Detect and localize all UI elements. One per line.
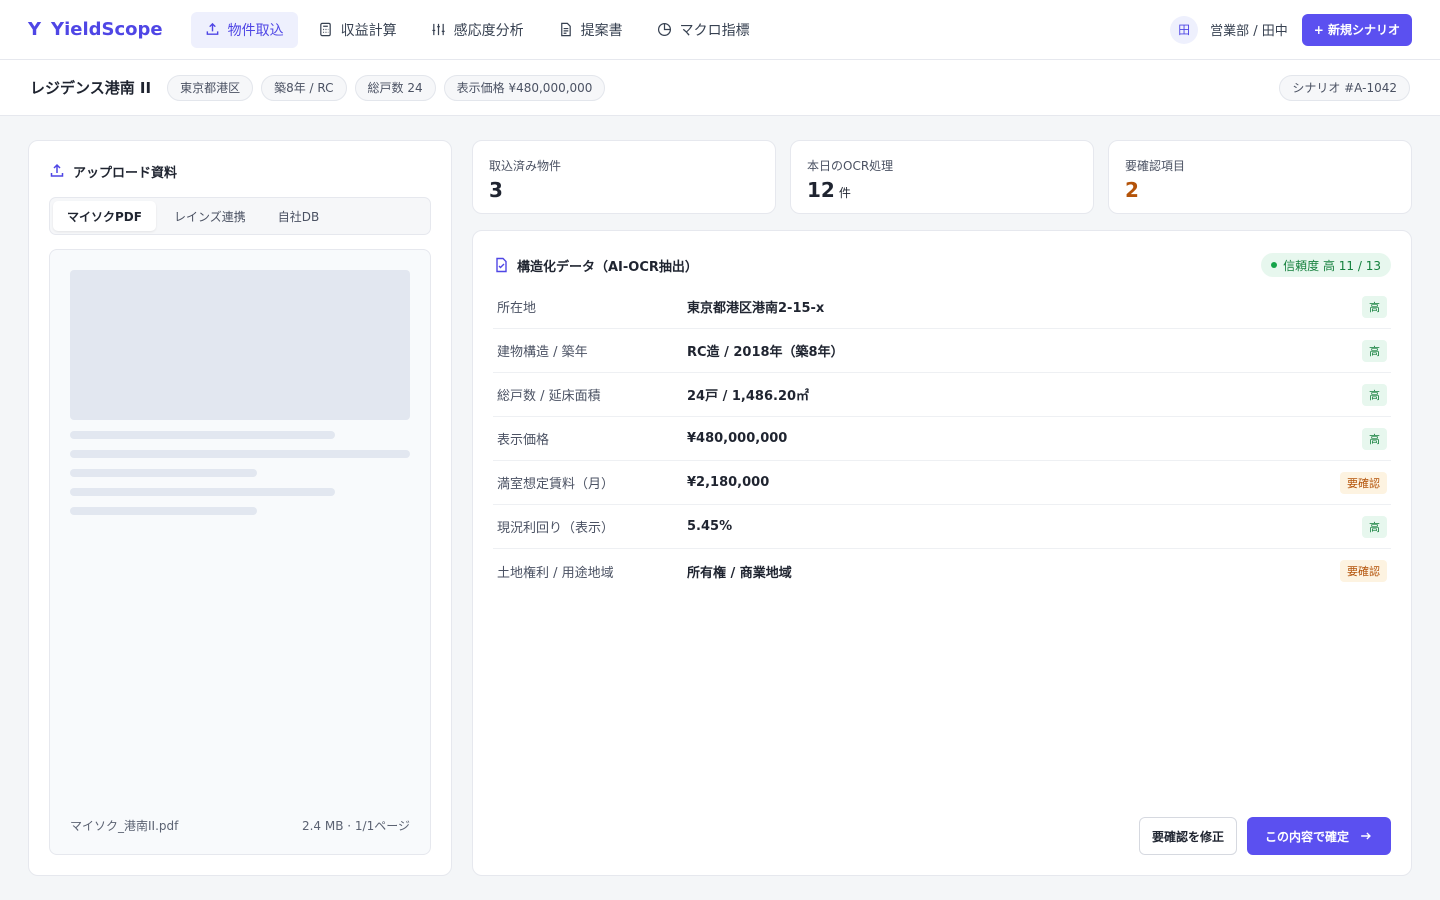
preview-line-placeholder — [70, 469, 257, 477]
calculator-icon — [319, 22, 331, 37]
stat-ocr-today: 本日のOCR処理 12 件 — [790, 140, 1094, 214]
row-label: 満室想定賃料（月） — [497, 477, 615, 492]
confirm-label: この内容で確定 — [1264, 829, 1349, 844]
fix-pending-button[interactable]: 要確認を修正 — [1138, 817, 1237, 855]
nav-item-sensitivity[interactable]: 感応度分析 — [417, 12, 538, 48]
property-chip-units: 総戸数 24 — [354, 74, 436, 101]
tab-company-db[interactable]: 自社DB — [264, 201, 333, 231]
row-value: 東京都港区港南2-15-x — [687, 301, 825, 316]
table-row[interactable]: 表示価格 ¥480,000,000 高 — [493, 417, 1391, 461]
row-value: 5.45% — [687, 519, 733, 534]
confirm-button[interactable]: この内容で確定 — [1246, 817, 1391, 855]
row-label: 所在地 — [497, 301, 537, 316]
stat-imported: 取込済み物件 3 — [472, 140, 776, 214]
user-name: 営業部 / 田中 — [1210, 24, 1288, 39]
confidence-tag: 要確認 — [1340, 471, 1387, 494]
arrow-right-icon — [1361, 832, 1371, 840]
stat-value: 3 — [489, 178, 503, 202]
app-name: YieldScope — [51, 19, 163, 40]
table-row[interactable]: 総戸数 / 延床面積 24戸 / 1,486.20㎡ 高 — [493, 373, 1391, 417]
property-title: レジデンス港南 II — [30, 79, 152, 97]
new-scenario-button[interactable]: + 新規シナリオ — [1301, 13, 1412, 46]
confidence-tag: 高 — [1362, 515, 1387, 538]
file-name: マイソク_港南II.pdf — [70, 819, 179, 833]
confidence-tag: 高 — [1362, 427, 1387, 450]
logo-mark: Y — [28, 19, 42, 40]
source-tabs: マイソクPDF レインズ連携 自社DB — [49, 197, 431, 235]
stat-unit: 件 — [838, 186, 851, 200]
app-logo[interactable]: Y YieldScope — [28, 19, 163, 40]
data-table: 所在地 東京都港区港南2-15-x 高 建物構造 / 築年 RC造 / 2018… — [493, 285, 1391, 593]
file-meta: 2.4 MB · 1/1ページ — [301, 819, 410, 833]
preview-line-placeholder — [70, 431, 336, 439]
preview-line-placeholder — [70, 488, 336, 496]
property-chip-location: 東京都港区 — [167, 74, 254, 101]
nav-label: 感応度分析 — [453, 22, 524, 39]
nav-label: 収益計算 — [340, 22, 397, 39]
pdf-preview[interactable]: マイソク_港南II.pdf 2.4 MB · 1/1ページ — [49, 249, 431, 855]
upload-title: アップロード資料 — [73, 165, 178, 181]
confidence-tag: 高 — [1362, 295, 1387, 318]
status-dot-icon — [1271, 262, 1278, 268]
table-row[interactable]: 所在地 東京都港区港南2-15-x 高 — [493, 285, 1391, 329]
nav-item-macro[interactable]: マクロ指標 — [643, 12, 764, 48]
nav-label: 提案書 — [580, 22, 623, 39]
main-nav: 物件取込 収益計算 感応度分析 提案書 マクロ指標 — [190, 11, 764, 48]
confidence-tag: 高 — [1362, 339, 1387, 362]
top-navigation: Y YieldScope 物件取込 収益計算 感応度分析 提案書 マクロ指標 田… — [0, 0, 1440, 60]
sliders-icon — [432, 23, 445, 36]
structured-data-panel: 構造化データ（AI-OCR抽出） 信頼度 高 11 / 13 所在地 東京都港区… — [472, 230, 1412, 876]
nav-label: マクロ指標 — [679, 22, 750, 39]
confidence-tag: 高 — [1362, 383, 1387, 406]
table-row[interactable]: 満室想定賃料（月） ¥2,180,000 要確認 — [493, 461, 1391, 505]
table-row[interactable]: 土地権利 / 用途地域 所有権 / 商業地域 要確認 — [493, 549, 1391, 593]
row-value: 所有権 / 商業地域 — [687, 565, 792, 581]
stat-label: 要確認項目 — [1125, 159, 1186, 173]
document-check-icon — [496, 257, 507, 273]
row-value: 24戸 / 1,486.20㎡ — [687, 389, 810, 404]
tab-reins[interactable]: レインズ連携 — [160, 201, 260, 231]
row-label: 総戸数 / 延床面積 — [497, 389, 601, 404]
preview-line-placeholder — [70, 450, 410, 458]
table-row[interactable]: 建物構造 / 築年 RC造 / 2018年（築8年） 高 — [493, 329, 1391, 373]
confidence-badge: 信頼度 高 11 / 13 — [1261, 253, 1391, 277]
upload-icon — [206, 22, 218, 35]
document-icon — [560, 22, 571, 37]
upload-icon — [50, 163, 64, 177]
preview-image-placeholder — [70, 270, 410, 420]
row-value: RC造 / 2018年（築8年） — [687, 345, 844, 360]
nav-item-proposal[interactable]: 提案書 — [544, 12, 637, 48]
table-row[interactable]: 現況利回り（表示） 5.45% 高 — [493, 505, 1391, 549]
property-chip-price: 表示価格 ¥480,000,000 — [443, 74, 606, 101]
stat-value: 12 件 — [807, 178, 851, 202]
confidence-tag: 要確認 — [1340, 560, 1387, 582]
row-label: 土地権利 / 用途地域 — [497, 565, 614, 581]
nav-item-revenue[interactable]: 収益計算 — [304, 12, 411, 48]
nav-label: 物件取込 — [227, 22, 284, 39]
user-avatar[interactable]: 田 — [1170, 15, 1199, 44]
structured-title: 構造化データ（AI-OCR抽出） — [517, 259, 698, 275]
pie-chart-icon — [657, 22, 671, 37]
stat-needs-check: 要確認項目 2 — [1108, 140, 1412, 214]
preview-line-placeholder — [70, 507, 257, 515]
tab-maisoku-pdf[interactable]: マイソクPDF — [53, 201, 156, 231]
row-label: 建物構造 / 築年 — [497, 345, 588, 360]
scenario-id-chip: シナリオ #A-1042 — [1279, 74, 1410, 101]
row-value: ¥480,000,000 — [687, 431, 788, 446]
row-value: ¥2,180,000 — [687, 475, 770, 490]
upload-panel: アップロード資料 マイソクPDF レインズ連携 自社DB マイソク_港南II.p… — [28, 140, 452, 876]
property-chip-age: 築8年 / RC — [261, 74, 347, 101]
stat-label: 取込済み物件 — [489, 159, 562, 173]
stat-label: 本日のOCR処理 — [807, 159, 894, 173]
stat-value: 2 — [1125, 178, 1139, 202]
row-label: 表示価格 — [497, 433, 550, 448]
row-label: 現況利回り（表示） — [497, 521, 615, 536]
property-bar: レジデンス港南 II 東京都港区 築8年 / RC 総戸数 24 表示価格 ¥4… — [0, 60, 1440, 116]
nav-item-import[interactable]: 物件取込 — [190, 11, 298, 48]
